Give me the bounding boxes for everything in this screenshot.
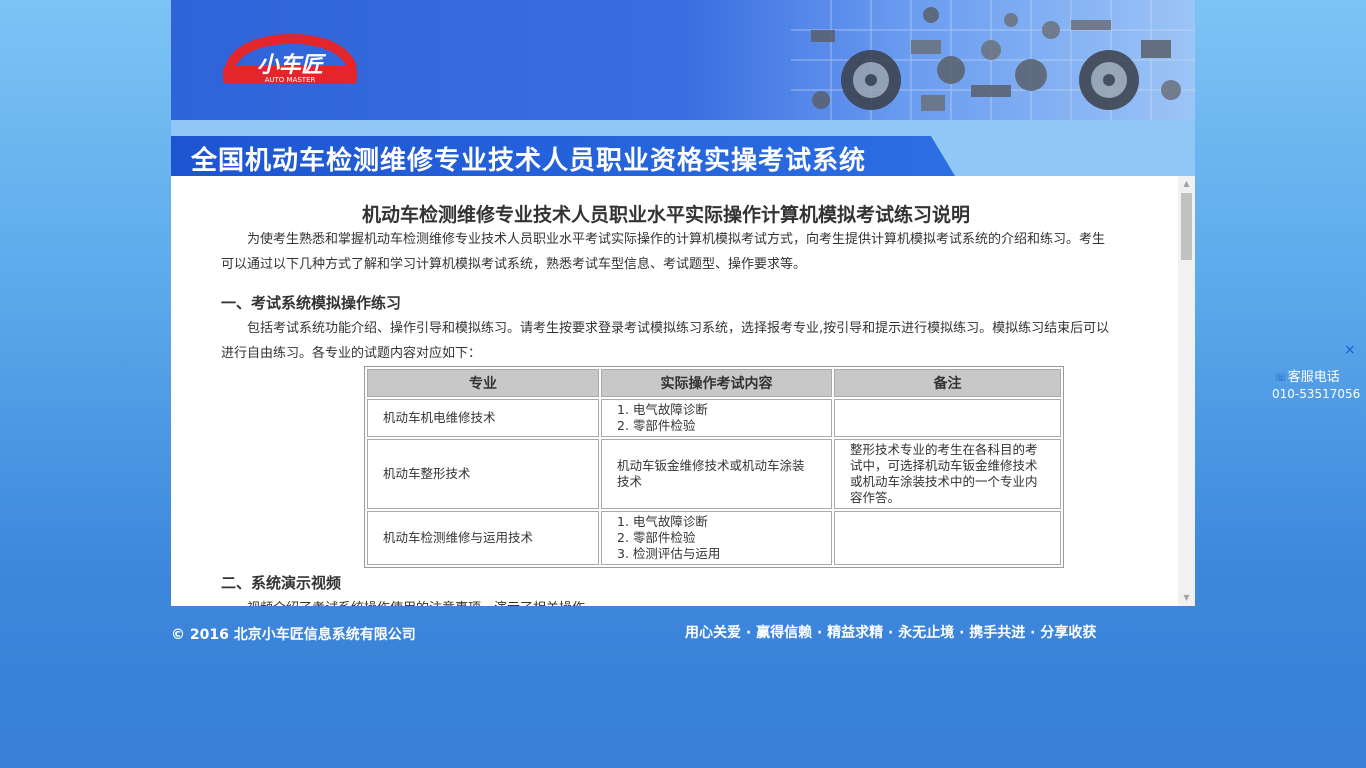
table-header: 实际操作考试内容 — [601, 369, 832, 397]
note-cell — [834, 511, 1061, 565]
copyright-text: © 2016 北京小车匠信息系统有限公司 — [171, 627, 416, 643]
svg-text:小车匠: 小车匠 — [257, 52, 327, 78]
doc-title: 机动车检测维修专业技术人员职业水平实际操作计算机模拟考试练习说明 — [361, 204, 970, 226]
xiaochejiang-logo: 小车匠 AUTO MASTER — [223, 34, 357, 84]
note-cell: 整形技术专业的考生在各科目的考试中，可选择机动车钣金维修技术或机动车涂装技术中的… — [834, 439, 1061, 509]
table-header: 备注 — [834, 369, 1061, 397]
content-line: 1. 电气故障诊断 — [617, 514, 708, 529]
section2-paragraph: 视频介绍了考试系统操作使用的注意事项，演示了相关操作。 — [221, 596, 1111, 606]
title-bar: 全国机动车检测维修专业技术人员职业资格实操考试系统 — [171, 120, 1195, 176]
scrollbar-thumb[interactable] — [1181, 193, 1192, 260]
exam-content-table: 专业 实际操作考试内容 备注 机动车机电维修技术 1. 电气故障诊断 2. 零部… — [364, 366, 1064, 568]
major-cell: 机动车机电维修技术 — [367, 399, 599, 437]
content-line: 3. 检测评估与运用 — [617, 546, 721, 561]
header-banner: 小车匠 AUTO MASTER — [171, 0, 1195, 120]
major-cell: 机动车检测维修与运用技术 — [367, 511, 599, 565]
content-line: 2. 零部件检验 — [617, 530, 696, 545]
scroll-down-arrow-icon[interactable]: ▼ — [1178, 590, 1195, 606]
service-phone: 010-53517056 — [1272, 387, 1361, 401]
major-cell: 机动车整形技术 — [367, 439, 599, 509]
section2-heading: 二、系统演示视频 — [221, 574, 342, 592]
section1-heading: 一、考试系统模拟操作练习 — [221, 294, 402, 312]
content-line: 机动车钣金维修技术或机动车涂装技术 — [617, 458, 805, 489]
content-scrollbar[interactable]: ▲ ▼ — [1178, 176, 1195, 606]
content-line: 2. 零部件检验 — [617, 418, 696, 433]
slogan-text: 用心关爱 · 赢得信赖 · 精益求精 · 永无止境 · 携手共进 · 分享收获 — [685, 625, 1097, 641]
auto-parts-illustration — [791, 0, 1195, 120]
table-row: 机动车整形技术 机动车钣金维修技术或机动车涂装技术 整形技术专业的考生在各科目的… — [367, 439, 1061, 509]
svg-text:AUTO MASTER: AUTO MASTER — [265, 76, 316, 84]
table-header: 专业 — [367, 369, 599, 397]
intro-paragraph: 为使考生熟悉和掌握机动车检测维修专业技术人员职业水平考试实际操作的计算机模拟考试… — [221, 232, 1106, 272]
content-cell: 1. 电气故障诊断 2. 零部件检验 3. 检测评估与运用 — [601, 511, 832, 565]
system-title: 全国机动车检测维修专业技术人员职业资格实操考试系统 — [191, 146, 867, 176]
content-cell: 1. 电气故障诊断 2. 零部件检验 — [601, 399, 832, 437]
service-label-text: 客服电话 — [1287, 370, 1340, 385]
title-ribbon: 全国机动车检测维修专业技术人员职业资格实操考试系统 — [171, 136, 955, 176]
scroll-up-arrow-icon[interactable]: ▲ — [1178, 176, 1195, 192]
table-row: 机动车机电维修技术 1. 电气故障诊断 2. 零部件检验 — [367, 399, 1061, 437]
content-line: 1. 电气故障诊断 — [617, 402, 708, 417]
phone-icon: ☏ — [1274, 371, 1288, 384]
service-label[interactable]: ☏客服电话 — [1274, 366, 1340, 385]
content-frame[interactable]: 机动车检测维修专业技术人员职业水平实际操作计算机模拟考试练习说明 为使考生熟悉和… — [171, 176, 1195, 606]
close-icon[interactable]: × — [1344, 342, 1356, 358]
table-row: 机动车检测维修与运用技术 1. 电气故障诊断 2. 零部件检验 3. 检测评估与… — [367, 511, 1061, 565]
table-header-row: 专业 实际操作考试内容 备注 — [367, 369, 1061, 397]
content-cell: 机动车钣金维修技术或机动车涂装技术 — [601, 439, 832, 509]
note-cell — [834, 399, 1061, 437]
section1-paragraph: 包括考试系统功能介绍、操作引导和模拟练习。请考生按要求登录考试模拟练习系统，选择… — [221, 321, 1110, 361]
